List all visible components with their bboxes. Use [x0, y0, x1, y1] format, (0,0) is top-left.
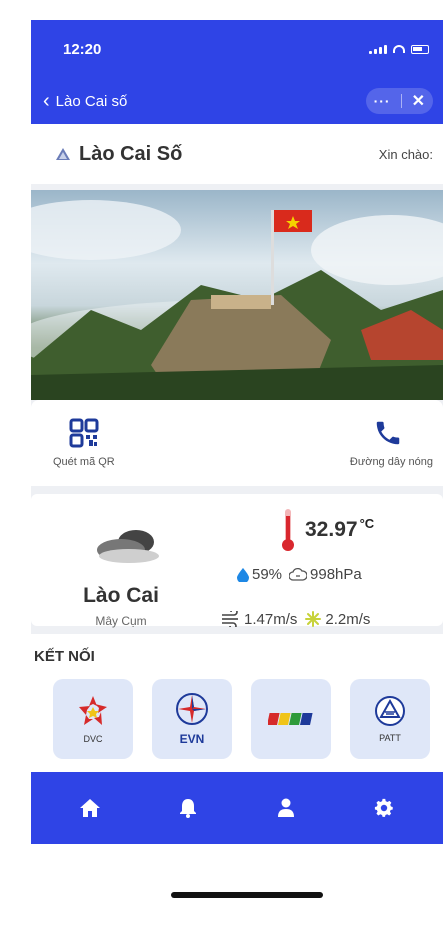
pressure-value: 998hPa [310, 566, 362, 583]
more-button[interactable]: ··· [374, 93, 391, 109]
capsule-divider [400, 94, 402, 108]
qr-scan-label: Quét mã QR [53, 456, 115, 468]
gear-icon [374, 798, 393, 817]
home-icon [80, 799, 100, 817]
tab-home[interactable] [70, 788, 110, 828]
humidity-value: 59% [252, 566, 283, 583]
chevron-left-icon: ‹ [43, 90, 50, 112]
thermometer-icon [282, 509, 294, 551]
connect-tile-label: EVN [179, 732, 205, 746]
connect-tile-dvc[interactable]: DVC [53, 679, 133, 759]
weather-city: Lào Cai [83, 584, 159, 607]
miniapp-capsule: ··· ✕ [365, 88, 433, 114]
thlc-logo-icon [268, 713, 313, 725]
cloud-icon [97, 530, 159, 563]
humidity-pressure: 59% 998hPa [237, 566, 362, 583]
water-drop-icon [237, 567, 249, 582]
greeting-text: Xin chào: [378, 146, 433, 162]
bell-icon [180, 799, 196, 818]
wifi-icon [393, 45, 405, 53]
user-icon [278, 798, 294, 817]
qr-code-icon [69, 418, 99, 448]
home-indicator-area [31, 844, 443, 915]
temperature-unit: °C [359, 516, 375, 531]
nav-title: Lào Cai số [55, 92, 128, 110]
connect-tiles: DVC EVN PATT [31, 679, 443, 759]
weather-card: Lào Cai Mây Cụm 32.97 °C 59% 998hPa 1.47… [31, 494, 443, 628]
brand-name: Lào Cai Số [79, 142, 183, 165]
battery-icon [411, 44, 429, 54]
hero-banner-image [31, 190, 443, 400]
wind: 1.47m/s 2.2m/s [221, 610, 370, 628]
logo-icon [56, 148, 70, 160]
tab-profile[interactable] [266, 788, 306, 828]
weather-description: Mây Cụm [95, 614, 147, 628]
temperature: 32.97 °C [281, 508, 374, 552]
connect-tile-label: DVC [83, 734, 103, 744]
wind-icon [222, 611, 238, 627]
temperature-value: 32.97 [305, 518, 358, 541]
evn-logo-icon [176, 693, 208, 725]
phone-icon [376, 421, 400, 445]
app-screen: 12:20 ‹ Lào Cai số ··· ✕ Lào Cai Số Xin … [31, 20, 443, 915]
connect-title: KẾT NỐI [34, 648, 95, 665]
hotline-button[interactable]: Đường dây nóng [350, 418, 433, 468]
app-header: Lào Cai Số Xin chào: [31, 124, 443, 184]
status-time: 12:20 [63, 40, 102, 58]
status-icons [369, 44, 429, 54]
wind-speed: 1.47m/s [244, 610, 298, 628]
gust-speed: 2.2m/s [325, 610, 371, 628]
gust-icon [305, 611, 322, 627]
qr-scan-button[interactable]: Quét mã QR [53, 418, 115, 468]
bottom-nav [31, 772, 443, 844]
brand: Lào Cai Số [55, 143, 182, 166]
connect-tile-evn[interactable]: EVN [152, 679, 232, 759]
tab-settings[interactable] [364, 788, 404, 828]
status-bar: 12:20 [31, 20, 443, 78]
connect-tile-thlc[interactable] [251, 679, 331, 759]
nav-bar: ‹ Lào Cai số ··· ✕ [31, 78, 443, 124]
quick-actions: Quét mã QR Đường dây nóng [31, 400, 443, 486]
hotline-label: Đường dây nóng [349, 456, 433, 468]
connect-tile-patt[interactable]: PATT [350, 679, 430, 759]
pressure-cloud-icon [289, 567, 308, 581]
patt-logo-icon [375, 696, 405, 726]
signal-icon [369, 44, 387, 54]
tab-notifications[interactable] [168, 788, 208, 828]
dvc-logo-icon [79, 696, 107, 725]
connect-tile-label: PATT [379, 733, 401, 743]
close-button[interactable]: ✕ [412, 91, 425, 111]
home-indicator[interactable] [171, 892, 323, 898]
back-button[interactable]: ‹ Lào Cai số [43, 91, 127, 111]
